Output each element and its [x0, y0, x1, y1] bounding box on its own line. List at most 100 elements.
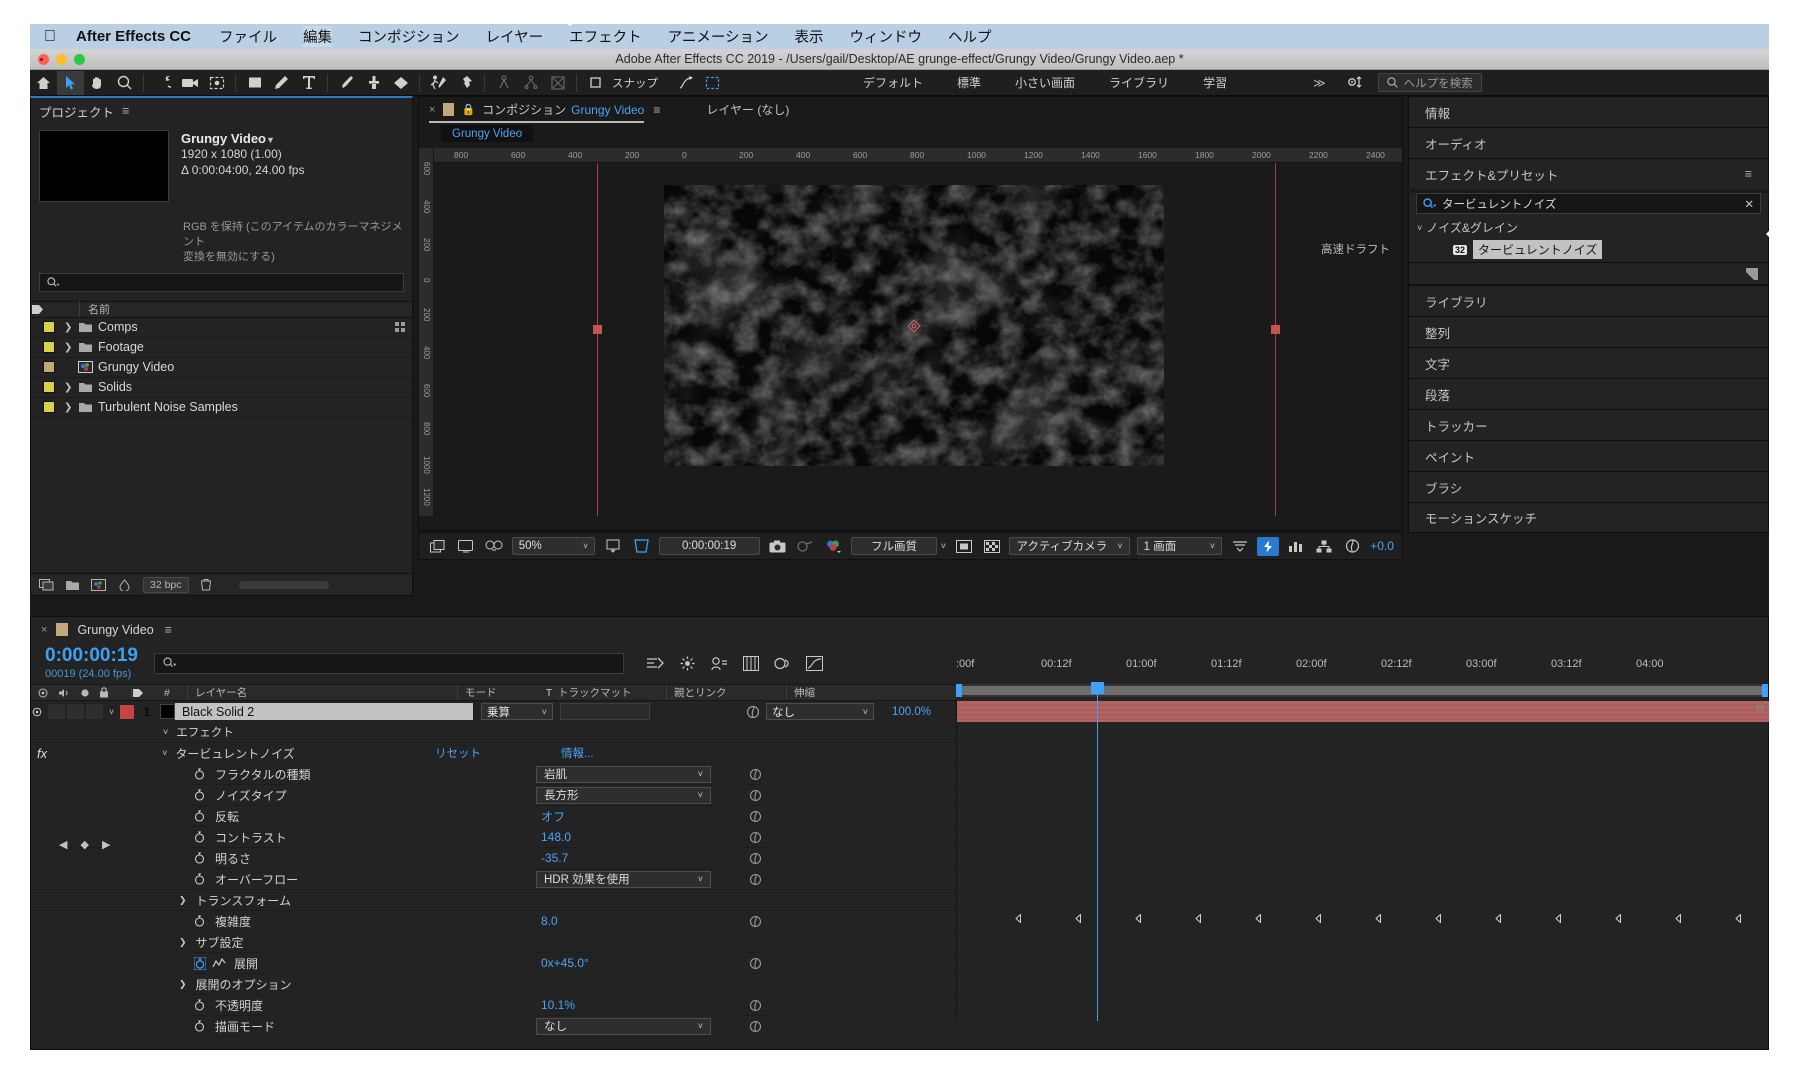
work-area-start-handle[interactable] — [956, 684, 962, 697]
expression-pickwhip-icon[interactable] — [749, 768, 762, 781]
menu-item-help[interactable]: ヘルプ — [948, 26, 992, 47]
menu-item-composition[interactable]: コンポジション — [358, 26, 460, 47]
exposure-value[interactable]: +0.0 — [1370, 539, 1394, 553]
keyframe-marker[interactable] — [1374, 914, 1383, 923]
toggle-transparency-grid-icon[interactable] — [427, 537, 448, 556]
stopwatch-icon[interactable] — [194, 999, 207, 1011]
parent-pick-whip-icon[interactable] — [746, 705, 760, 719]
rail-item-brushes[interactable]: ブラシ — [1408, 471, 1769, 502]
track-matte-select[interactable] — [560, 703, 650, 720]
timeline-track-area[interactable]: ⧉ — [956, 701, 1768, 1021]
eraser-icon[interactable] — [387, 71, 414, 95]
expression-pickwhip-icon[interactable] — [749, 831, 762, 844]
timeline-ruler[interactable]: :00f 00:12f 01:00f 01:12f 02:00f 02:12f … — [956, 642, 1768, 684]
stopwatch-icon[interactable] — [194, 768, 207, 780]
keyframe-marker[interactable] — [1434, 914, 1443, 923]
current-time-field[interactable]: 0:00:00:19 — [659, 537, 760, 555]
toggle-view-layout-icon[interactable] — [953, 537, 974, 556]
property-row[interactable]: 不透明度 10.1% — [31, 995, 956, 1016]
minimize-window-button[interactable] — [56, 54, 67, 65]
current-time-value[interactable]: 0:00:00:19 — [45, 646, 138, 665]
take-snapshot-icon[interactable] — [767, 537, 788, 556]
show-snapshot-icon[interactable] — [795, 537, 816, 556]
property-row[interactable]: コントラスト 148.0 — [31, 827, 956, 848]
rail-item-info[interactable]: 情報 — [1408, 96, 1769, 127]
stopwatch-icon[interactable] — [194, 915, 207, 927]
expression-pickwhip-icon[interactable] — [749, 999, 762, 1012]
list-item[interactable]: ❯ Turbulent Noise Samples — [31, 398, 412, 418]
layer-clip-bar[interactable] — [957, 701, 1769, 722]
list-item[interactable]: Grungy Video — [31, 358, 412, 378]
layer-blend-mode-select[interactable]: 乗算 ˅ — [481, 703, 553, 720]
list-item[interactable]: ❯ Solids — [31, 378, 412, 398]
channel-select-icon[interactable] — [823, 537, 844, 556]
workspace-small-screen[interactable]: 小さい画面 — [998, 74, 1092, 91]
draft-3d-icon[interactable] — [679, 656, 696, 671]
label-swatch[interactable] — [43, 401, 55, 413]
clone-stamp-icon[interactable] — [360, 71, 387, 95]
new-composition-icon[interactable] — [91, 579, 106, 591]
property-row[interactable]: 明るさ -35.7 — [31, 848, 956, 869]
clear-search-icon[interactable]: ✕ — [1744, 197, 1754, 211]
workspace-standard[interactable]: 標準 — [940, 74, 998, 91]
column-name-header[interactable]: 名前 — [79, 301, 412, 317]
close-window-button[interactable] — [38, 54, 49, 65]
layer-name-field[interactable]: Black Solid 2 — [175, 703, 473, 720]
rotate-icon[interactable] — [149, 71, 176, 95]
work-area-end-handle[interactable] — [1762, 684, 1768, 697]
chevron-down-icon[interactable]: ˅ — [1417, 223, 1422, 233]
expression-pickwhip-icon[interactable] — [749, 873, 762, 886]
timeline-tab[interactable]: × Grungy Video ≡ — [31, 617, 1768, 642]
lock-icon[interactable]: 🔒 — [461, 103, 475, 116]
property-dropdown[interactable]: 長方形˅ — [536, 787, 711, 804]
color-depth-icon[interactable] — [117, 579, 132, 591]
property-row[interactable]: 描画モード なし˅ — [31, 1016, 956, 1037]
keyframe-marker[interactable] — [1674, 914, 1683, 923]
new-folder-icon[interactable] — [65, 579, 80, 591]
chevron-down-icon[interactable]: ˅ — [163, 727, 168, 737]
stretch-value[interactable]: 100.0% — [892, 706, 931, 718]
delete-icon[interactable] — [200, 578, 212, 591]
property-group-effects[interactable]: ˅ エフェクト — [31, 722, 956, 743]
track-matte-column-header[interactable]: トラックマット — [556, 685, 666, 700]
roi-handle-left[interactable] — [593, 325, 602, 334]
chevron-right-icon[interactable]: ❯ — [64, 402, 78, 413]
chevron-right-icon[interactable]: ❯ — [179, 895, 187, 906]
project-tab-label[interactable]: プロジェクト — [39, 102, 114, 121]
toggle-transparency-checker-icon[interactable] — [981, 537, 1002, 556]
hand-icon[interactable] — [84, 71, 111, 95]
chevron-right-icon[interactable]: ❯ — [64, 322, 78, 333]
keyframe-marker[interactable] — [1494, 914, 1503, 923]
home-icon[interactable] — [30, 71, 57, 95]
stopwatch-icon[interactable] — [194, 831, 207, 843]
work-area-bar[interactable] — [956, 684, 1768, 697]
roto-brush-icon[interactable] — [425, 71, 452, 95]
expression-pickwhip-icon[interactable] — [749, 789, 762, 802]
keyframe-marker[interactable] — [1254, 914, 1263, 923]
keyframe-marker[interactable] — [1734, 914, 1743, 923]
reset-effect-button[interactable]: リセット — [435, 745, 481, 761]
property-row[interactable]: オーバーフロー HDR 効果を使用˅ — [31, 869, 956, 890]
previous-keyframe-button[interactable]: ◀ — [59, 838, 67, 859]
composition-viewer[interactable]: 高速ドラフト — [435, 163, 1402, 516]
help-search-input[interactable]: ヘルプを検索 — [1378, 73, 1482, 92]
pan-behind-icon[interactable] — [203, 71, 230, 95]
about-effect-button[interactable]: 情報... — [561, 745, 594, 761]
roi-handle-right[interactable] — [1271, 325, 1280, 334]
new-animation-preset-icon[interactable] — [1745, 267, 1759, 281]
stopwatch-icon[interactable] — [194, 810, 207, 822]
property-value[interactable]: 0x+45.0° — [541, 956, 589, 970]
selection-arrow-icon[interactable] — [57, 71, 84, 95]
zoom-level-select[interactable]: 50% ˅ — [512, 537, 596, 555]
workspace-library[interactable]: ライブラリ — [1092, 74, 1186, 91]
workspace-learn[interactable]: 学習 — [1186, 74, 1244, 91]
layer-number-column-header[interactable]: # — [159, 687, 187, 699]
composition-mini-flowchart-icon[interactable] — [646, 656, 664, 670]
stopwatch-icon[interactable] — [194, 789, 207, 801]
property-value[interactable]: 8.0 — [541, 914, 558, 928]
region-guide-right[interactable] — [1275, 163, 1276, 516]
menu-item-view[interactable]: 表示 — [795, 26, 824, 47]
menu-item-layer[interactable]: レイヤー — [486, 26, 544, 47]
pen-icon[interactable] — [268, 71, 295, 95]
panel-menu-icon[interactable]: ≡ — [165, 623, 172, 637]
